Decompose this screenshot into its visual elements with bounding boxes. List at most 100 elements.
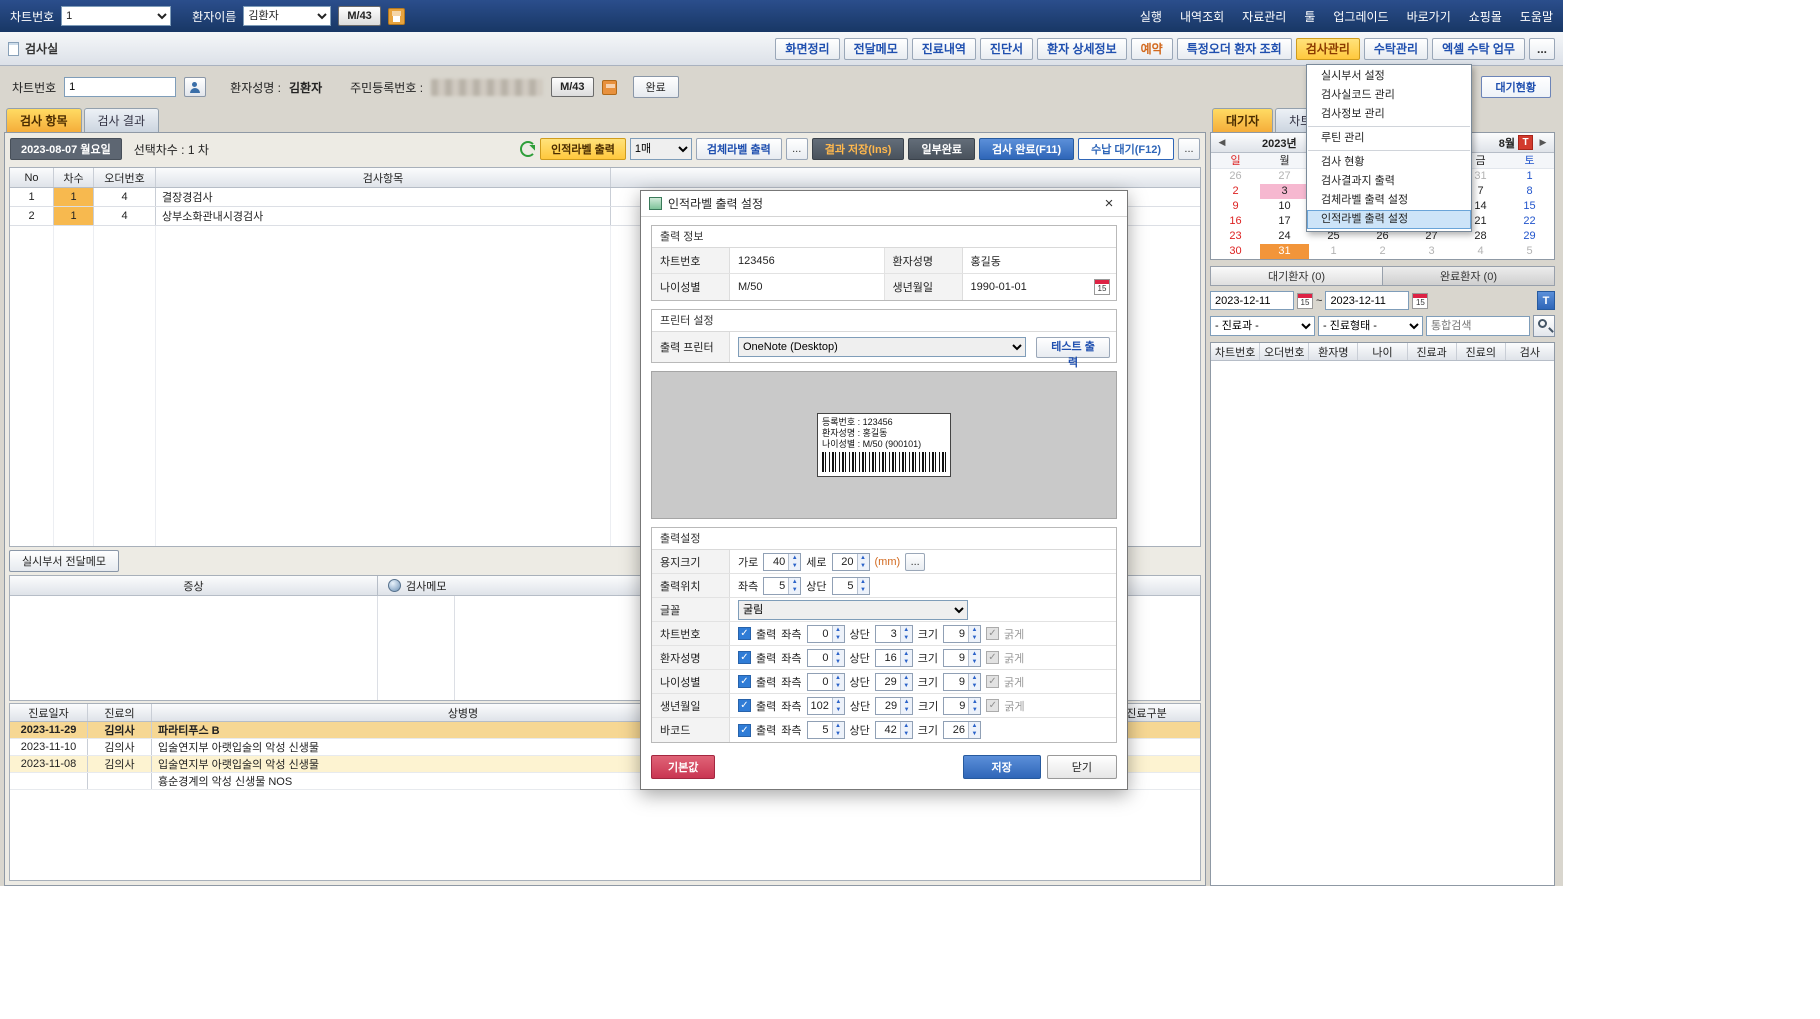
number-spinner[interactable]: 3 (875, 625, 913, 643)
calendar-picker-icon[interactable]: 15 (1297, 293, 1313, 309)
number-spinner[interactable]: 9 (943, 697, 981, 715)
toolbar-more-button[interactable]: ... (1178, 138, 1200, 160)
spinner-up-icon[interactable] (969, 626, 980, 634)
spinner-down-icon[interactable] (969, 706, 980, 714)
birth-calendar-icon[interactable]: 15 (1094, 279, 1110, 295)
spinner-arrows[interactable] (900, 722, 912, 738)
spinner-arrows[interactable] (968, 722, 980, 738)
close-icon[interactable] (1099, 194, 1119, 214)
print-checkbox[interactable] (738, 627, 751, 640)
spinner-down-icon[interactable] (833, 730, 844, 738)
calendar-day[interactable]: 3 (1407, 244, 1456, 259)
spinner-arrows[interactable] (968, 650, 980, 666)
calendar-day[interactable]: 16 (1211, 214, 1260, 229)
menu-item-3[interactable]: 루틴 관리 (1307, 129, 1471, 148)
bold-checkbox[interactable] (986, 675, 999, 688)
spinner-arrows[interactable] (832, 626, 844, 642)
menu-item-7[interactable]: 인적라벨 출력 설정 (1307, 210, 1471, 229)
spinner-arrows[interactable] (900, 626, 912, 642)
menu-run[interactable]: 실행 (1140, 8, 1162, 25)
menu-item-5[interactable]: 검사결과지 출력 (1307, 172, 1471, 191)
patient-name-select[interactable]: 김환자 (243, 6, 331, 26)
menubar-button-1[interactable]: 전달메모 (844, 38, 908, 60)
menubar-button-3[interactable]: 진단서 (980, 38, 1033, 60)
calendar-day[interactable]: 3 (1260, 184, 1309, 199)
menu-shop[interactable]: 쇼핑몰 (1469, 8, 1502, 25)
spinner-up-icon[interactable] (969, 698, 980, 706)
spinner-down-icon[interactable] (969, 658, 980, 666)
calendar-day[interactable]: 30 (1211, 244, 1260, 259)
spinner-down-icon[interactable] (901, 658, 912, 666)
spinner-down-icon[interactable] (901, 682, 912, 690)
spinner-arrows[interactable] (900, 698, 912, 714)
calendar-day[interactable]: 17 (1260, 214, 1309, 229)
calendar-day[interactable]: 22 (1505, 214, 1554, 229)
spinner-up-icon[interactable] (969, 650, 980, 658)
spinner-up-icon[interactable] (901, 674, 912, 682)
calendar-day[interactable]: 10 (1260, 199, 1309, 214)
sex-age-button2[interactable]: M/43 (551, 77, 593, 97)
spinner-arrows[interactable] (832, 650, 844, 666)
number-spinner[interactable]: 0 (807, 649, 845, 667)
menubar-button-2[interactable]: 진료내역 (912, 38, 976, 60)
spinner-down-icon[interactable] (833, 658, 844, 666)
menu-item-6[interactable]: 검체라벨 출력 설정 (1307, 191, 1471, 210)
sex-age-button[interactable]: M/43 (338, 6, 380, 26)
patient-card-icon[interactable] (602, 80, 617, 95)
calendar-day[interactable]: 31 (1260, 244, 1309, 259)
spinner-down-icon[interactable] (833, 682, 844, 690)
spinner-arrows[interactable] (857, 554, 869, 570)
specimen-label-print-button[interactable]: 검체라벨 출력 (696, 138, 782, 160)
menu-item-4[interactable]: 검사 현황 (1307, 153, 1471, 172)
calendar-day[interactable]: 23 (1211, 229, 1260, 244)
calendar-day[interactable]: 15 (1505, 199, 1554, 214)
bold-checkbox[interactable] (986, 627, 999, 640)
position-left-spinner[interactable]: 5 (763, 577, 801, 595)
dialog-title-bar[interactable]: 인적라벨 출력 설정 (641, 191, 1127, 217)
menu-data[interactable]: 자료관리 (1242, 8, 1286, 25)
spinner-up-icon[interactable] (901, 698, 912, 706)
spinner-up-icon[interactable] (833, 698, 844, 706)
personal-label-print-button[interactable]: 인적라벨 출력 (540, 138, 626, 160)
calendar-day[interactable]: 2 (1358, 244, 1407, 259)
printer-select[interactable]: OneNote (Desktop) (738, 337, 1026, 357)
payment-wait-button[interactable]: 수납 대기(F12) (1078, 138, 1174, 160)
calendar-day[interactable]: 1 (1309, 244, 1358, 259)
default-values-button[interactable]: 기본값 (651, 755, 715, 779)
calendar-day[interactable]: 24 (1260, 229, 1309, 244)
waiting-status-button[interactable]: 대기현황 (1481, 76, 1551, 98)
spinner-arrows[interactable] (857, 578, 869, 594)
menu-history[interactable]: 내역조회 (1180, 8, 1224, 25)
test-print-button[interactable]: 테스트 출력 (1036, 337, 1110, 358)
date-to-input[interactable] (1325, 291, 1409, 310)
paper-size-more-button[interactable]: ... (905, 553, 925, 571)
spinner-arrows[interactable] (968, 626, 980, 642)
spinner-arrows[interactable] (832, 698, 844, 714)
menu-item-1[interactable]: 검사실코드 관리 (1307, 86, 1471, 105)
spinner-arrows[interactable] (832, 674, 844, 690)
calendar-next-icon[interactable] (1536, 136, 1550, 150)
calendar-day[interactable]: 1 (1505, 169, 1554, 184)
menubar-button-4[interactable]: 환자 상세정보 (1037, 38, 1127, 60)
menu-upgrade[interactable]: 업그레이드 (1333, 8, 1388, 25)
menubar-button-5[interactable]: 예약 (1131, 38, 1173, 60)
number-spinner[interactable]: 9 (943, 649, 981, 667)
done-button[interactable]: 완료 (633, 76, 679, 98)
calendar-day[interactable]: 27 (1260, 169, 1309, 184)
spinner-up-icon[interactable] (833, 626, 844, 634)
menu-item-0[interactable]: 실시부서 설정 (1307, 67, 1471, 86)
spinner-up-icon[interactable] (901, 722, 912, 730)
spinner-up-icon[interactable] (969, 674, 980, 682)
dept-memo-button[interactable]: 실시부서 전달메모 (9, 550, 119, 572)
spinner-up-icon[interactable] (969, 722, 980, 730)
patient-search-button[interactable] (184, 77, 206, 97)
spinner-down-icon[interactable] (901, 634, 912, 642)
calendar-day[interactable]: 4 (1456, 244, 1505, 259)
tab-exam-items[interactable]: 검사 항목 (6, 108, 82, 132)
calendar-today-button[interactable]: T (1518, 135, 1533, 150)
spinner-up-icon[interactable] (833, 674, 844, 682)
spinner-up-icon[interactable] (901, 650, 912, 658)
spinner-up-icon[interactable] (833, 650, 844, 658)
number-spinner[interactable]: 9 (943, 625, 981, 643)
menubar-button-9[interactable]: 엑셀 수탁 업무 (1432, 38, 1525, 60)
